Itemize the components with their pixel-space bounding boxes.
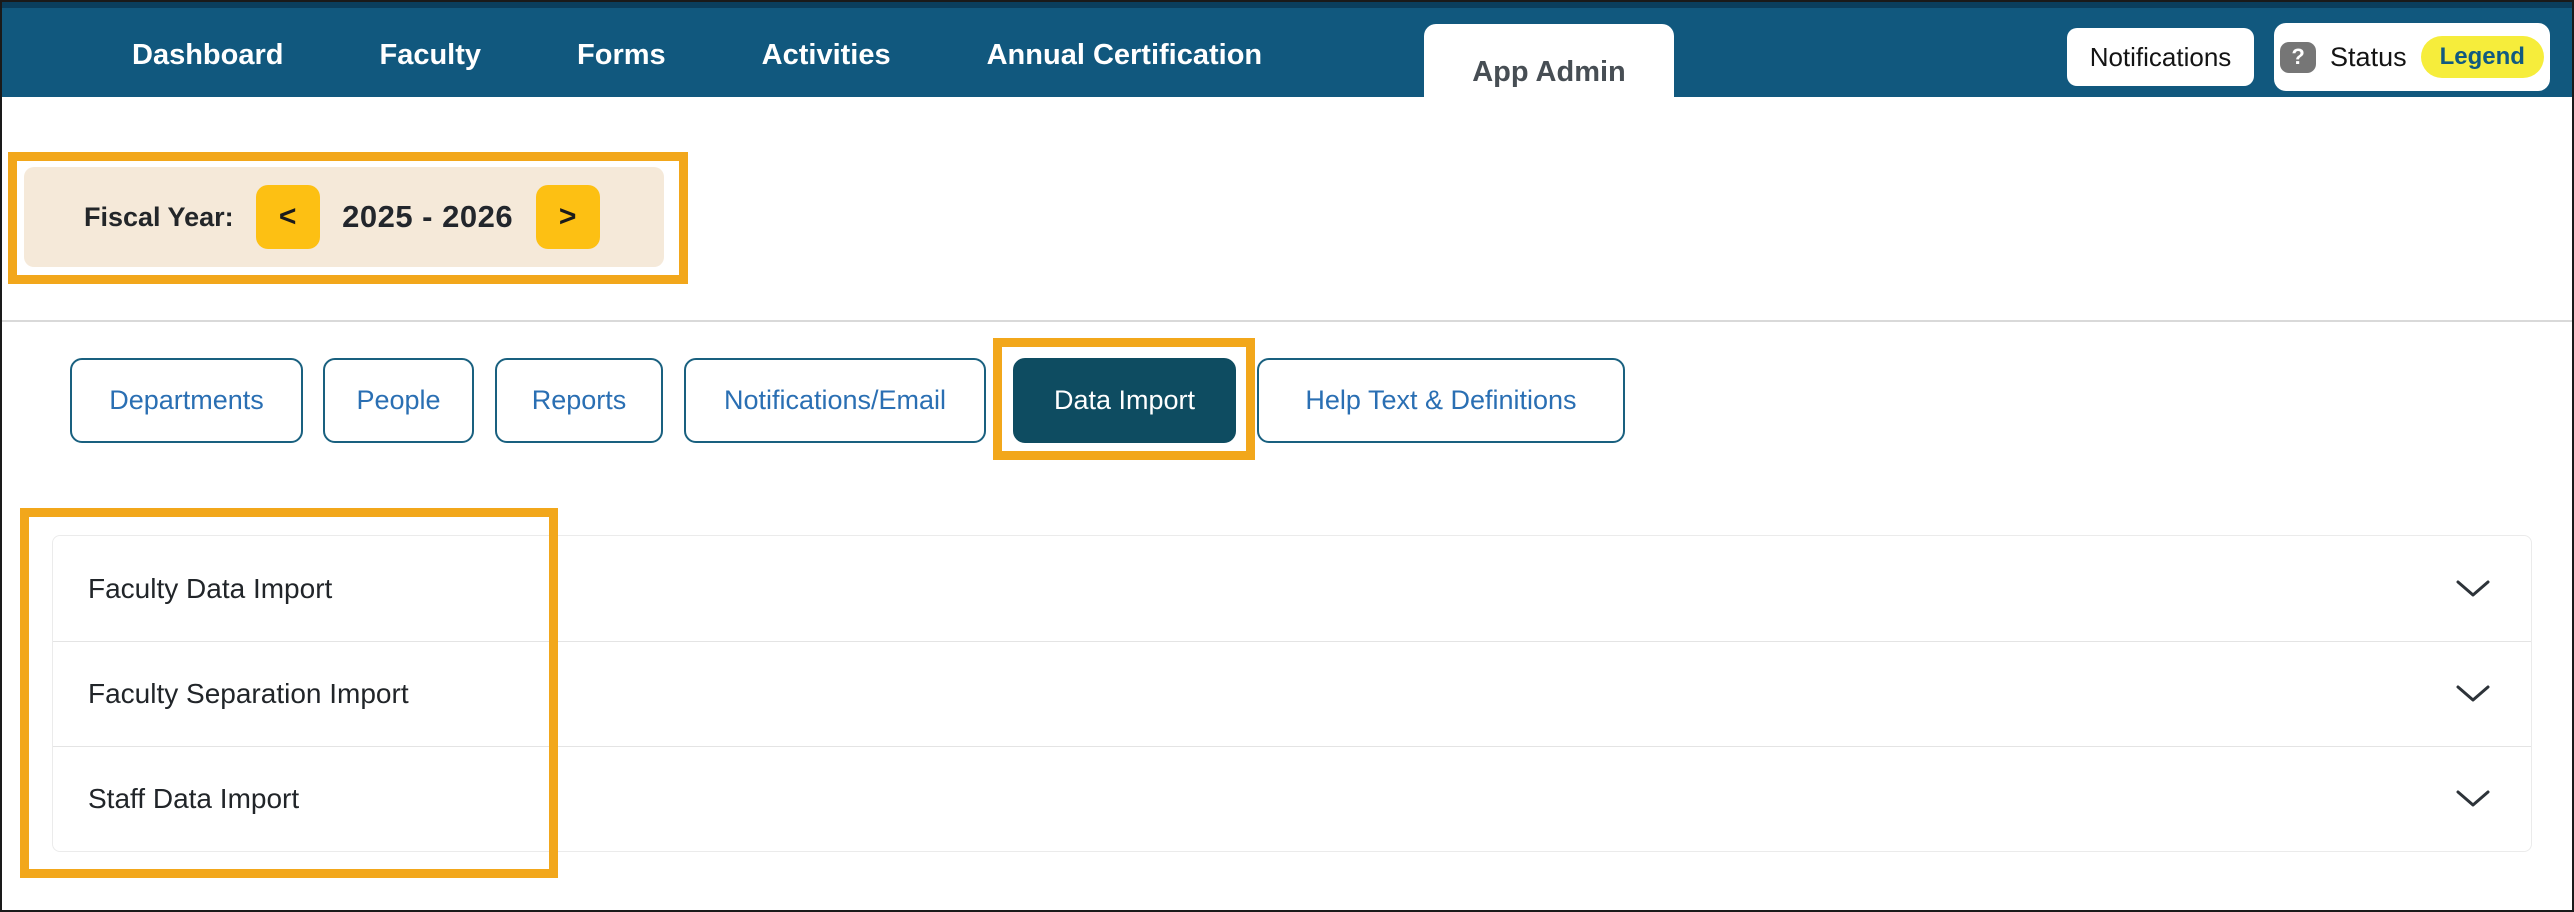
chevron-down-icon xyxy=(2455,579,2491,599)
accordion-row-staff-data-import[interactable]: Staff Data Import xyxy=(53,746,2531,851)
accordion-row-label: Staff Data Import xyxy=(88,783,299,815)
legend-badge: Legend xyxy=(2421,36,2544,78)
accordion-row-faculty-data-import[interactable]: Faculty Data Import xyxy=(53,536,2531,641)
status-label: Status xyxy=(2330,42,2407,73)
accordion-row-faculty-separation-import[interactable]: Faculty Separation Import xyxy=(53,641,2531,746)
fiscal-year-value: 2025 - 2026 xyxy=(342,199,514,235)
fiscal-year-selector: Fiscal Year: < 2025 - 2026 > xyxy=(24,167,664,267)
chevron-down-icon xyxy=(2455,789,2491,809)
fiscal-year-prev-button[interactable]: < xyxy=(256,185,320,249)
main-nav: Dashboard Faculty Forms Activities Annua… xyxy=(132,8,1262,103)
nav-tab-app-admin-active[interactable]: App Admin xyxy=(1424,24,1674,121)
accordion-row-label: Faculty Data Import xyxy=(88,573,332,605)
data-import-accordion: Faculty Data Import Faculty Separation I… xyxy=(52,535,2532,852)
tab-people[interactable]: People xyxy=(323,358,474,443)
nav-item-faculty[interactable]: Faculty xyxy=(379,39,481,72)
status-legend-button[interactable]: ? Status Legend xyxy=(2274,23,2550,91)
top-navbar: Dashboard Faculty Forms Activities Annua… xyxy=(2,2,2572,97)
app-window: { "nav": { "items": ["Dashboard", "Facul… xyxy=(0,0,2574,912)
nav-item-forms[interactable]: Forms xyxy=(577,39,666,72)
fiscal-year-next-button[interactable]: > xyxy=(536,185,600,249)
tab-help-text-definitions[interactable]: Help Text & Definitions xyxy=(1257,358,1625,443)
chevron-down-icon xyxy=(2455,684,2491,704)
tab-reports[interactable]: Reports xyxy=(495,358,663,443)
nav-item-dashboard[interactable]: Dashboard xyxy=(132,39,283,72)
nav-item-activities[interactable]: Activities xyxy=(762,39,891,72)
tab-notifications-email[interactable]: Notifications/Email xyxy=(684,358,986,443)
nav-item-annual-certification[interactable]: Annual Certification xyxy=(987,39,1263,72)
fiscal-year-label: Fiscal Year: xyxy=(84,202,234,233)
notifications-button[interactable]: Notifications xyxy=(2067,28,2254,86)
accordion-row-label: Faculty Separation Import xyxy=(88,678,409,710)
tab-data-import-active[interactable]: Data Import xyxy=(1013,358,1236,443)
section-divider xyxy=(2,320,2572,322)
question-icon: ? xyxy=(2280,42,2316,73)
nav-tab-app-admin-label: App Admin xyxy=(1472,56,1626,89)
tab-departments[interactable]: Departments xyxy=(70,358,303,443)
